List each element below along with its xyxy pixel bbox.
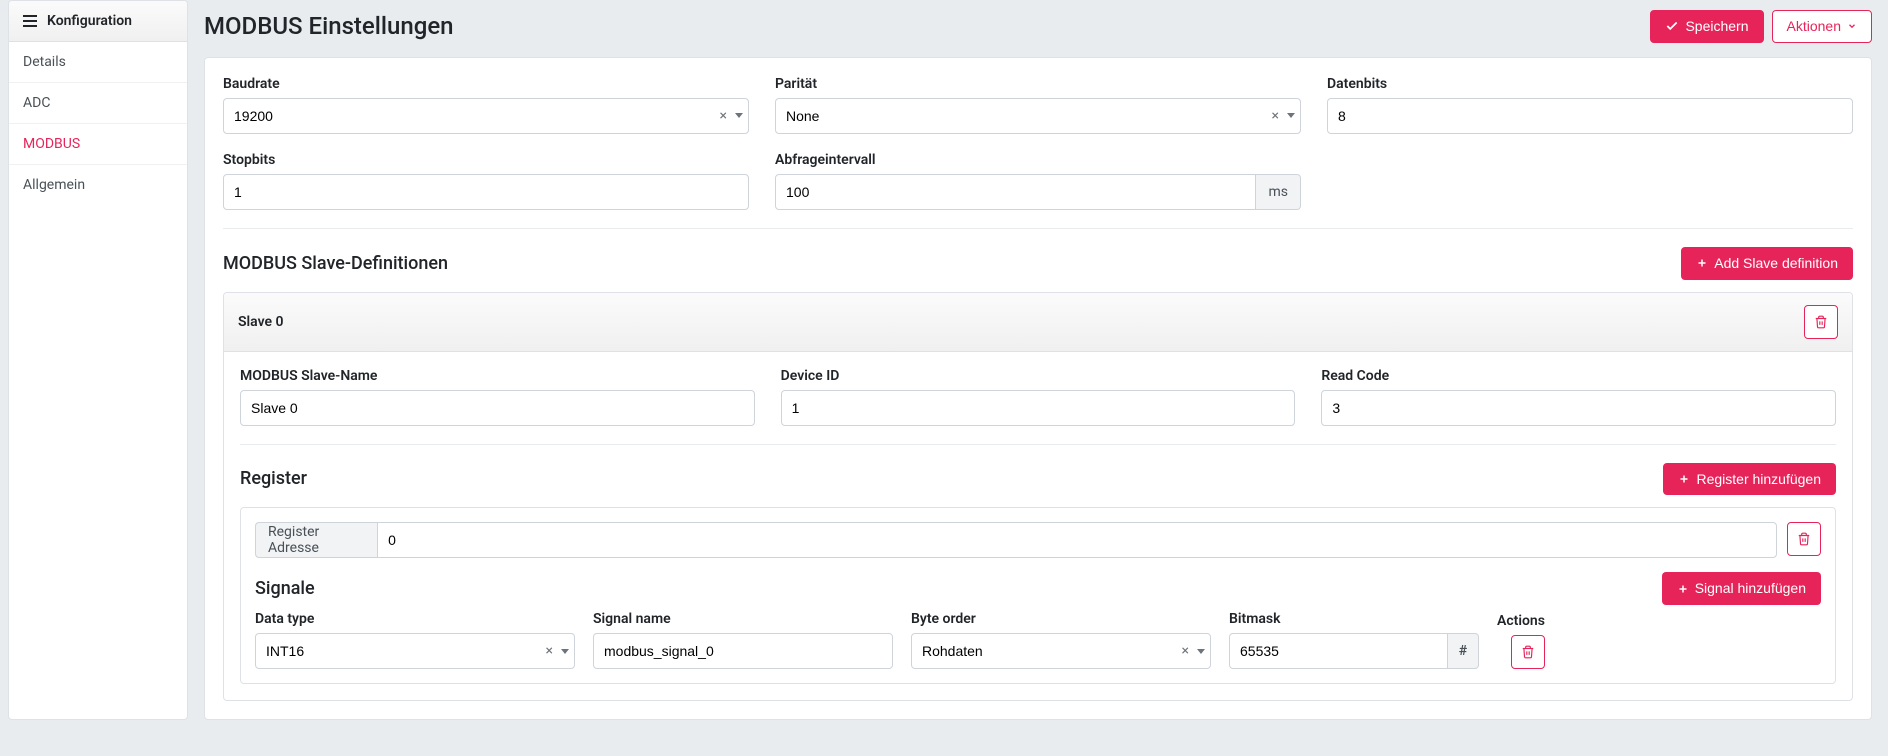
device-id-input[interactable] xyxy=(781,390,1296,426)
device-id-label: Device ID xyxy=(781,368,1296,384)
add-slave-button[interactable]: Add Slave definition xyxy=(1681,247,1853,280)
header-actions: Speichern Aktionen xyxy=(1650,10,1872,43)
add-signal-button-label: Signal hinzufügen xyxy=(1695,580,1806,597)
sidebar-item-label: ADC xyxy=(23,95,50,111)
sidebar-item-label: Details xyxy=(23,54,66,70)
actions-header: Actions xyxy=(1497,613,1545,629)
slave-panel-title: Slave 0 xyxy=(238,314,284,330)
slave-name-input[interactable] xyxy=(240,390,755,426)
clear-icon[interactable]: × xyxy=(1178,643,1193,659)
slaves-section-header: MODBUS Slave-Definitionen Add Slave defi… xyxy=(223,247,1853,280)
delete-signal-button[interactable] xyxy=(1511,635,1545,669)
stopbits-input[interactable] xyxy=(223,174,749,210)
actions-button-label: Aktionen xyxy=(1787,18,1841,35)
register-panel-body: Register Adresse Signale xyxy=(241,508,1835,683)
trash-icon xyxy=(1814,315,1828,329)
add-slave-button-label: Add Slave definition xyxy=(1714,255,1838,272)
save-button[interactable]: Speichern xyxy=(1650,10,1763,43)
read-code-input[interactable] xyxy=(1321,390,1836,426)
register-address-input[interactable] xyxy=(377,522,1777,558)
stopbits-group: Stopbits xyxy=(223,152,749,210)
sidebar: Konfiguration Details ADC MODBUS Allgeme… xyxy=(8,0,188,720)
chevron-down-icon xyxy=(1847,21,1857,31)
add-signal-button[interactable]: Signal hinzufügen xyxy=(1662,572,1821,605)
register-address-label: Register Adresse xyxy=(255,522,377,558)
parity-group: Parität × xyxy=(775,76,1301,134)
signal-row: Data type × xyxy=(255,611,1821,669)
clear-icon[interactable]: × xyxy=(716,108,731,124)
divider xyxy=(240,444,1836,445)
actions-dropdown-button[interactable]: Aktionen xyxy=(1772,10,1872,43)
register-section-title: Register xyxy=(240,468,307,489)
save-button-label: Speichern xyxy=(1685,18,1748,35)
plus-icon xyxy=(1696,257,1708,269)
slave-panel: Slave 0 MODBUS Slave-Name Device ID xyxy=(223,292,1853,702)
chevron-down-icon[interactable] xyxy=(1287,113,1295,118)
sidebar-item-label: MODBUS xyxy=(23,136,80,152)
check-icon xyxy=(1665,19,1679,33)
signal-name-header: Signal name xyxy=(593,611,893,627)
slave-name-label: MODBUS Slave-Name xyxy=(240,368,755,384)
plus-icon xyxy=(1677,583,1689,595)
baudrate-select[interactable] xyxy=(223,98,749,134)
databits-label: Datenbits xyxy=(1327,76,1853,92)
read-code-group: Read Code xyxy=(1321,368,1836,426)
sidebar-title: Konfiguration xyxy=(47,13,132,29)
divider xyxy=(223,228,1853,229)
interval-input[interactable] xyxy=(775,174,1256,210)
data-type-select[interactable] xyxy=(255,633,575,669)
delete-slave-button[interactable] xyxy=(1804,305,1838,339)
chevron-down-icon[interactable] xyxy=(561,649,569,654)
delete-register-button[interactable] xyxy=(1787,522,1821,556)
read-code-label: Read Code xyxy=(1321,368,1836,384)
interval-group: Abfrageintervall ms xyxy=(775,152,1301,210)
add-register-button-label: Register hinzufügen xyxy=(1696,471,1821,488)
chevron-down-icon[interactable] xyxy=(735,113,743,118)
bitmask-input[interactable] xyxy=(1229,633,1448,669)
register-address-row: Register Adresse xyxy=(255,522,1821,558)
hash-icon[interactable]: # xyxy=(1448,633,1479,669)
interval-label: Abfrageintervall xyxy=(775,152,1301,168)
bitmask-header: Bitmask xyxy=(1229,611,1479,627)
stopbits-label: Stopbits xyxy=(223,152,749,168)
main-content: MODBUS Einstellungen Speichern Aktionen … xyxy=(204,0,1880,720)
databits-input[interactable] xyxy=(1327,98,1853,134)
slaves-section-title: MODBUS Slave-Definitionen xyxy=(223,253,448,274)
interval-unit: ms xyxy=(1256,174,1301,210)
trash-icon xyxy=(1797,532,1811,546)
menu-icon[interactable] xyxy=(23,15,37,27)
sidebar-item-modbus[interactable]: MODBUS xyxy=(9,124,187,165)
byte-order-select[interactable] xyxy=(911,633,1211,669)
register-panel: Register Adresse Signale xyxy=(240,507,1836,684)
parity-select[interactable] xyxy=(775,98,1301,134)
sidebar-item-details[interactable]: Details xyxy=(9,42,187,83)
register-section-header: Register Register hinzufügen xyxy=(240,463,1836,496)
slave-panel-header: Slave 0 xyxy=(224,293,1852,352)
clear-icon[interactable]: × xyxy=(1268,108,1283,124)
slave-panel-body: MODBUS Slave-Name Device ID Read Code xyxy=(224,352,1852,701)
databits-group: Datenbits xyxy=(1327,76,1853,134)
page-header: MODBUS Einstellungen Speichern Aktionen xyxy=(204,0,1872,57)
baudrate-label: Baudrate xyxy=(223,76,749,92)
parity-label: Parität xyxy=(775,76,1301,92)
trash-icon xyxy=(1521,645,1535,659)
sidebar-item-adc[interactable]: ADC xyxy=(9,83,187,124)
plus-icon xyxy=(1678,473,1690,485)
sidebar-item-label: Allgemein xyxy=(23,177,85,193)
signals-section-title: Signale xyxy=(255,578,315,599)
slave-name-group: MODBUS Slave-Name xyxy=(240,368,755,426)
signals-section-header: Signale Signal hinzufügen xyxy=(255,572,1821,605)
add-register-button[interactable]: Register hinzufügen xyxy=(1663,463,1836,496)
clear-icon[interactable]: × xyxy=(542,643,557,659)
baudrate-group: Baudrate × xyxy=(223,76,749,134)
settings-card: Baudrate × Parität × xyxy=(204,57,1872,720)
signal-name-input[interactable] xyxy=(593,633,893,669)
page-title: MODBUS Einstellungen xyxy=(204,12,454,40)
data-type-header: Data type xyxy=(255,611,575,627)
byte-order-header: Byte order xyxy=(911,611,1211,627)
sidebar-header: Konfiguration xyxy=(9,1,187,42)
chevron-down-icon[interactable] xyxy=(1197,649,1205,654)
device-id-group: Device ID xyxy=(781,368,1296,426)
sidebar-item-allgemein[interactable]: Allgemein xyxy=(9,165,187,205)
